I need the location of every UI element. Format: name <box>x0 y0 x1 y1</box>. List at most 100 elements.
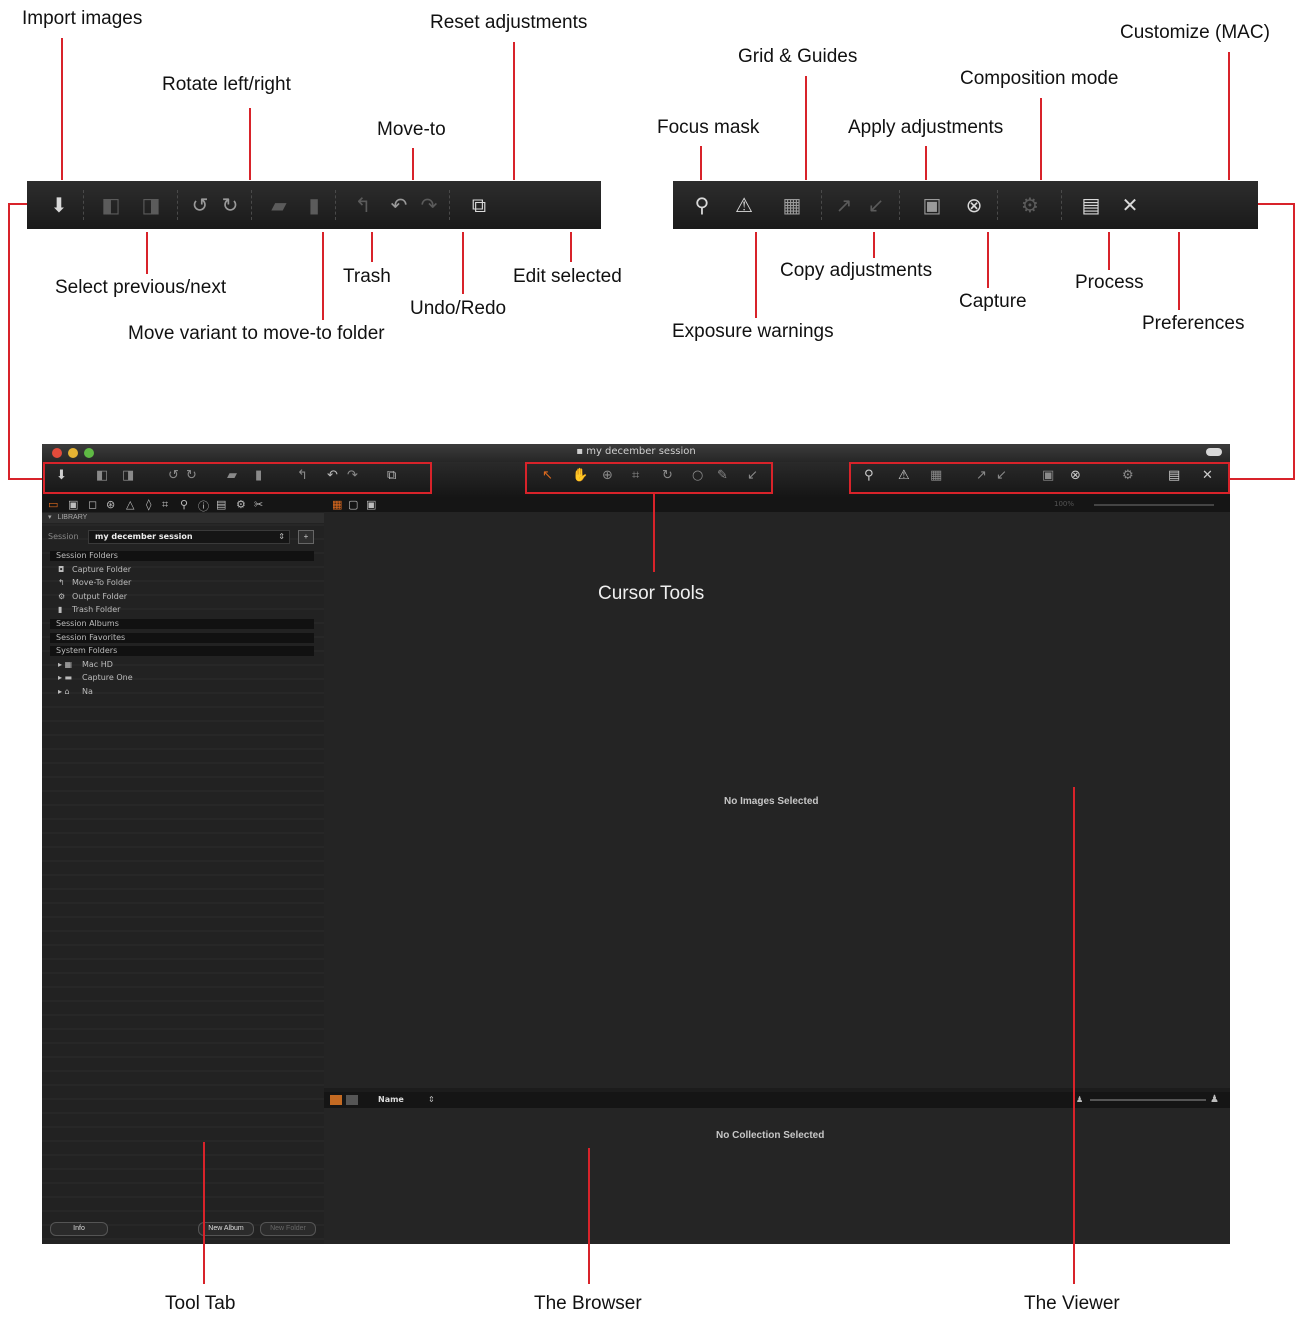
session-albums-header[interactable]: Session Albums <box>50 619 314 629</box>
callout-grid-guides: Grid & Guides <box>738 46 858 67</box>
exposure-tab-icon[interactable]: △ <box>126 498 134 511</box>
move-to-folder-item[interactable]: Move-To Folder <box>72 578 131 587</box>
callout-the-browser: The Browser <box>534 1293 642 1314</box>
capture-folder-item[interactable]: Capture Folder <box>72 565 131 574</box>
library-header[interactable]: ▾ LIBRARY <box>42 513 324 523</box>
highlight-left-tools <box>43 462 432 494</box>
output-tab-icon[interactable]: ▤ <box>216 498 226 511</box>
trash-folder-item[interactable]: Trash Folder <box>72 605 120 614</box>
leader-line <box>146 232 148 274</box>
callout-composition-mode: Composition mode <box>960 68 1119 89</box>
chevron-updown-icon: ⇕ <box>278 532 285 541</box>
leader-line <box>987 232 989 288</box>
move-to-icon[interactable]: ↰ <box>343 193 383 217</box>
toolbar-toggle-button[interactable] <box>1206 448 1222 456</box>
callout-rotate: Rotate left/right <box>162 74 291 95</box>
mac-hd-item[interactable]: Mac HD <box>82 660 113 669</box>
select-next-icon[interactable]: ◨ <box>131 193 171 217</box>
preferences-icon[interactable]: ▤ <box>1069 193 1113 217</box>
move-variant-icon[interactable]: ▰ <box>259 193 299 217</box>
exposure-warning-icon[interactable]: ⚠ <box>719 193 769 217</box>
library-tab-icon[interactable]: ▭ <box>48 498 58 511</box>
capture-one-item[interactable]: Capture One <box>82 673 133 682</box>
callout-customize: Customize (MAC) <box>1120 22 1270 43</box>
list-view-icon[interactable] <box>346 1095 358 1105</box>
undo-icon[interactable]: ↶ <box>383 193 415 217</box>
copy-adjustments-icon[interactable]: ↙ <box>859 193 893 217</box>
trash-icon[interactable]: ▮ <box>299 193 329 217</box>
import-icon[interactable]: ⬇ <box>41 193 77 217</box>
crop-tab-icon[interactable]: ⌗ <box>162 498 168 512</box>
title-bar: ▪ my december session <box>42 444 1230 462</box>
system-folders-header[interactable]: System Folders <box>50 646 314 656</box>
new-album-button[interactable]: New Album <box>198 1222 254 1236</box>
session-select[interactable]: my december session ⇕ <box>88 530 290 544</box>
grid-view-icon[interactable] <box>330 1095 342 1105</box>
viewer-zoom-slider[interactable] <box>1094 504 1214 506</box>
tool-tabs: ▭ ▣ ◻ ⊛ △ ◊ ⌗ ⚲ ⓘ ▤ ⚙ ✂ <box>42 498 324 514</box>
home-icon: ▸ ⌂ <box>58 687 70 696</box>
leader-line <box>462 232 464 294</box>
window-title-text: my december session <box>586 446 696 457</box>
session-favorites-header[interactable]: Session Favorites <box>50 633 314 643</box>
capture-tab-icon[interactable]: ▣ <box>68 498 78 511</box>
redo-icon[interactable]: ↷ <box>415 193 443 217</box>
leader-line <box>61 38 63 180</box>
apply-adjustments-icon[interactable]: ↗ <box>829 193 859 217</box>
na-item[interactable]: Na <box>82 687 93 696</box>
session-folders-header[interactable]: Session Folders <box>50 551 314 561</box>
new-folder-button[interactable]: New Folder <box>260 1222 316 1236</box>
chevron-updown-icon: ⇕ <box>428 1095 435 1104</box>
focus-mask-icon[interactable]: ⚲ <box>685 193 719 217</box>
folder-icon: ▸ ▬ <box>58 673 73 682</box>
capture-icon[interactable]: ▣ <box>907 193 957 217</box>
leader-line <box>925 146 927 180</box>
collapse-icon: ▾ <box>48 514 52 521</box>
separator <box>251 190 253 220</box>
browser-size-slider[interactable] <box>1090 1099 1206 1101</box>
edit-selected-icon[interactable]: ⧉ <box>457 193 501 217</box>
gear-icon: ⚙ <box>58 592 66 601</box>
select-previous-icon[interactable]: ◧ <box>91 193 131 217</box>
customize-icon[interactable]: ✕ <box>1113 193 1147 217</box>
metadata-tab-icon[interactable]: ⓘ <box>198 498 209 514</box>
rotate-left-icon[interactable]: ↺ <box>185 193 215 217</box>
callout-apply-adjustments: Apply adjustments <box>848 117 1004 138</box>
separator <box>821 190 823 220</box>
session-favorites-text: Session Favorites <box>56 633 126 642</box>
composition-mode-icon[interactable]: ⊗ <box>957 193 991 217</box>
leader-line <box>700 146 702 180</box>
focus-tab-icon[interactable]: ⚲ <box>180 498 188 511</box>
leader-line <box>588 1148 590 1284</box>
lens-tab-icon[interactable]: ◻ <box>88 498 97 511</box>
process-icon[interactable]: ⚙ <box>1005 193 1055 217</box>
callout-exposure-warnings: Exposure warnings <box>672 321 834 342</box>
leader-line <box>1040 98 1042 180</box>
info-button[interactable]: Info <box>50 1222 108 1236</box>
filmstrip-view-icon[interactable]: ▣ <box>366 498 376 511</box>
the-viewer: No Images Selected <box>324 512 1230 1088</box>
output-folder-item[interactable]: Output Folder <box>72 592 127 601</box>
person-small-icon: ♟ <box>1076 1095 1084 1104</box>
batch-tab-icon[interactable]: ⚙ <box>236 498 246 511</box>
session-add-button[interactable]: + <box>298 530 314 544</box>
color-tab-icon[interactable]: ⊛ <box>106 498 115 511</box>
separator <box>335 190 337 220</box>
window-title: ▪ my december session <box>42 446 1230 457</box>
grid-view-icon[interactable]: ▦ <box>332 498 342 511</box>
leader-line <box>570 232 572 262</box>
scissors-tab-icon[interactable]: ✂ <box>254 498 263 511</box>
viewer-toolbar: ▦ ▢ ▣ 100% <box>324 498 1230 512</box>
callout-focus-mask: Focus mask <box>657 117 760 138</box>
details-tab-icon[interactable]: ◊ <box>146 498 151 511</box>
separator <box>449 190 451 220</box>
leader-line <box>1073 787 1075 1284</box>
bracket-line <box>8 203 10 479</box>
leader-line <box>653 494 655 572</box>
the-browser: No Collection Selected <box>324 1108 1230 1244</box>
leader-line <box>1228 52 1230 180</box>
single-view-icon[interactable]: ▢ <box>348 498 358 511</box>
grid-guides-icon[interactable]: ▦ <box>769 193 815 217</box>
sort-select[interactable]: Name <box>378 1095 404 1104</box>
rotate-right-icon[interactable]: ↻ <box>215 193 245 217</box>
